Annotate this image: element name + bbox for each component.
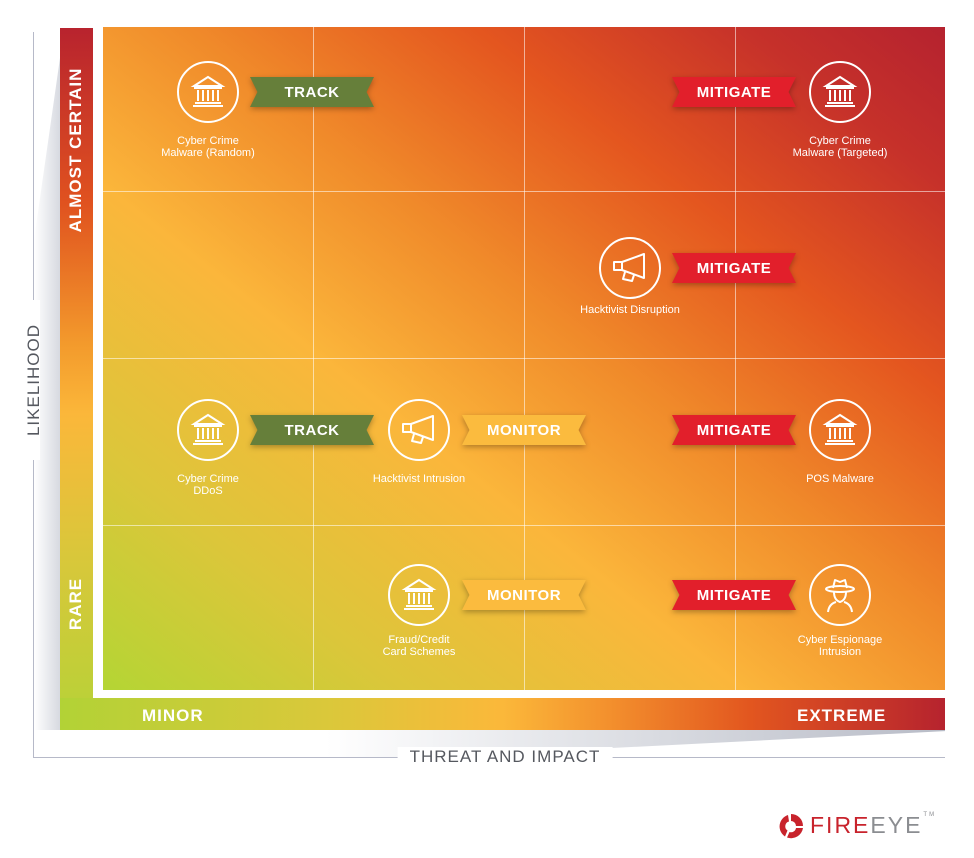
ribbon-label: MONITOR — [486, 421, 562, 439]
ribbon-label: MONITOR — [486, 586, 562, 604]
ribbon-label: MITIGATE — [696, 421, 772, 439]
likelihood-low-label: RARE — [66, 577, 85, 631]
bank-icon — [809, 61, 871, 123]
x-axis-title: THREAT AND IMPACT — [397, 747, 613, 767]
threat-label: Cyber Crime DDoS — [177, 473, 239, 497]
logo-fire-text: FIRE — [810, 812, 871, 838]
action-ribbon-track: TRACK — [250, 415, 374, 445]
bank-icon — [177, 61, 239, 123]
ribbon-label: MITIGATE — [696, 83, 772, 101]
likelihood-high-label: ALMOST CERTAIN — [66, 67, 85, 233]
fireeye-logo-icon — [779, 813, 803, 838]
action-ribbon-mitigate: MITIGATE — [672, 580, 796, 610]
bank-icon — [809, 399, 871, 461]
ribbon-label: TRACK — [284, 421, 340, 439]
action-ribbon-mitigate: MITIGATE — [672, 253, 796, 283]
threat-label: Cyber Crime Malware (Targeted) — [792, 135, 888, 159]
threat-label: Fraud/Credit Card Schemes — [382, 634, 456, 658]
ribbon-label: MITIGATE — [696, 259, 772, 277]
trademark: TM — [923, 812, 937, 818]
grid-divider — [103, 191, 945, 192]
fireeye-logo: FIREEYETM — [778, 812, 936, 839]
action-ribbon-mitigate: MITIGATE — [672, 77, 796, 107]
threat-label: Hacktivist Intrusion — [372, 473, 466, 485]
impact-low-label: MINOR — [142, 706, 204, 725]
action-ribbon-mitigate: MITIGATE — [672, 415, 796, 445]
ribbon-label: MITIGATE — [696, 586, 772, 604]
action-ribbon-track: TRACK — [250, 77, 374, 107]
action-ribbon-monitor: MONITOR — [462, 580, 586, 610]
y-axis-title: LIKELIHOOD — [24, 323, 43, 437]
spy-icon — [809, 564, 871, 626]
bank-icon — [388, 564, 450, 626]
action-ribbon-monitor: MONITOR — [462, 415, 586, 445]
logo-eye-text: EYE — [870, 812, 923, 838]
threat-label: POS Malware — [806, 473, 874, 485]
megaphone-icon — [388, 399, 450, 461]
threat-label: Hacktivist Disruption — [580, 304, 680, 316]
ribbon-label: TRACK — [284, 83, 340, 101]
grid-divider — [103, 358, 945, 359]
threat-label: Cyber Crime Malware (Random) — [161, 135, 255, 159]
megaphone-icon — [599, 237, 661, 299]
threat-label: Cyber Espionage Intrusion — [797, 634, 883, 658]
grid-divider — [103, 525, 945, 526]
bank-icon — [177, 399, 239, 461]
fireeye-wordmark: FIREEYETM — [810, 812, 936, 839]
impact-high-label: EXTREME — [797, 706, 887, 725]
